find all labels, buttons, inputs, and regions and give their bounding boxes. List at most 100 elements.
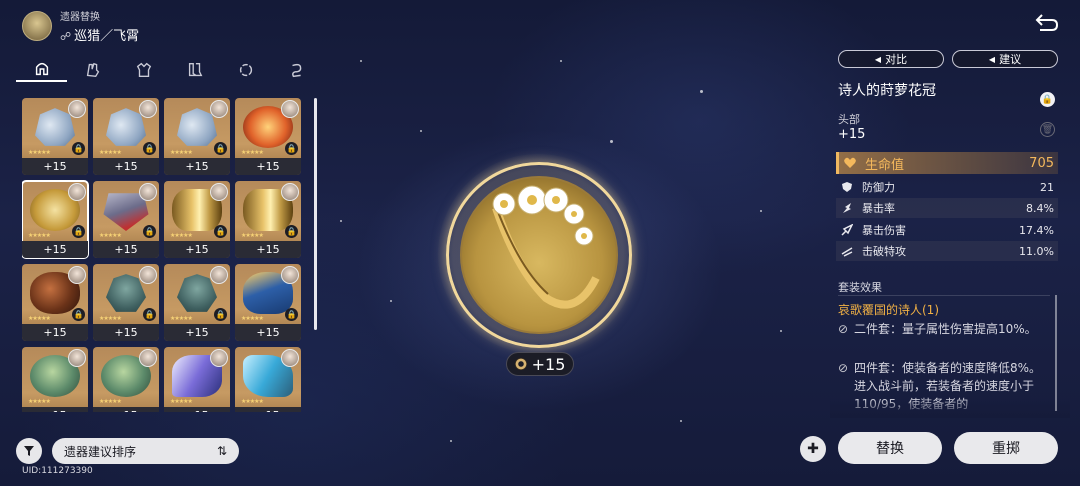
lock-icon: 🔒 (72, 308, 85, 321)
main-stat-name: 生命值 (865, 157, 905, 173)
main-stat-value: 705 (1029, 155, 1054, 171)
equipped-character-avatar (68, 183, 86, 201)
lock-icon: 🔒 (143, 142, 156, 155)
relic-level: +15 (164, 158, 230, 175)
compare-button[interactable]: ◀ 对比 (838, 50, 944, 68)
relic-level: +15 (235, 241, 301, 258)
feet-tab[interactable] (169, 58, 220, 82)
relic-card[interactable]: ★★★★★ 🔒 +15 (235, 181, 301, 258)
set-effect-text: 二件套：量子属性伤害提高10%。 (854, 322, 1037, 336)
path-of-nihility-icon: ☍ (60, 30, 72, 43)
relic-card[interactable]: ★★★★★ 🔒 +15 (235, 264, 301, 341)
rarity-stars: ★★★★★ (241, 149, 264, 156)
relic-level: +15 (235, 158, 301, 175)
relic-card[interactable]: ★★★★★ +15 (164, 347, 230, 412)
header: 遗器替换 ☍ 巡猎／飞霄 (22, 8, 139, 44)
equipped-character-avatar (210, 183, 228, 201)
sub-stat-name: 暴击率 (862, 202, 895, 215)
rarity-stars: ★★★★★ (99, 315, 122, 322)
body-tab[interactable] (118, 58, 169, 82)
relic-card[interactable]: ★★★★★ 🔒 +15 (164, 98, 230, 175)
crit-damage-icon (840, 223, 854, 237)
hp-icon (843, 156, 857, 170)
relic-card[interactable]: ★★★★★ 🔒 +15 (22, 98, 88, 175)
rarity-stars: ★★★★★ (170, 315, 193, 322)
relic-level: +15 (235, 324, 301, 341)
set-effect-scrollbar[interactable] (1055, 295, 1057, 411)
back-button[interactable] (1034, 12, 1060, 36)
sort-label: 遗器建议排序 (64, 444, 137, 459)
lock-toggle-icon[interactable]: 🔒 (1040, 92, 1055, 107)
hands-tab[interactable] (67, 58, 118, 82)
rarity-stars: ★★★★★ (28, 315, 51, 322)
relic-list-scrollbar[interactable] (314, 98, 317, 330)
relic-level: +15 (93, 324, 159, 341)
sphere-tab[interactable] (220, 58, 271, 82)
rarity-stars: ★★★★★ (99, 398, 122, 405)
relic-card[interactable]: ★★★★★ 🔒 +15 (22, 264, 88, 341)
relic-card[interactable]: ★★★★★ 🔒 +15 (93, 98, 159, 175)
relic-level: +15 (164, 324, 230, 341)
filter-button[interactable] (16, 438, 42, 464)
rarity-stars: ★★★★★ (170, 232, 193, 239)
filter-icon (24, 446, 34, 456)
relic-level-value: +15 (531, 354, 566, 374)
uid-label: UID:111273390 (22, 466, 93, 476)
relic-card[interactable]: ★★★★★ +15 (22, 347, 88, 412)
relic-card[interactable]: ★★★★★ +15 (235, 347, 301, 412)
head-tab[interactable] (16, 58, 67, 82)
speaker-icon: ◀ (874, 54, 882, 64)
reset-button[interactable]: 重掷 (954, 432, 1058, 464)
main-stat: 生命值 705 (836, 152, 1058, 174)
lock-icon: 🔒 (214, 225, 227, 238)
relic-level: +15 (22, 241, 88, 258)
rarity-stars: ★★★★★ (28, 232, 51, 239)
relic-card[interactable]: ★★★★★ +15 (93, 347, 159, 412)
relic-level: +15 (93, 158, 159, 175)
relic-grid: ★★★★★ 🔒 +15 ★★★★★ 🔒 +15 ★★★★★ 🔒 +15 ★★★★★ 🔒 +15 ★★★★… (22, 98, 308, 412)
set-effect-2pc: ⊘ 二件套：量子属性伤害提高10%。 (838, 320, 1052, 338)
character-path-name: ☍ 巡猎／飞霄 (60, 29, 140, 44)
enhance-button[interactable]: ✚ (800, 436, 826, 462)
relic-level: +15 (22, 158, 88, 175)
replace-button[interactable]: 替换 (838, 432, 942, 464)
lock-icon: 🔒 (72, 142, 85, 155)
lock-icon: 🔒 (285, 142, 298, 155)
gloves-icon (86, 62, 99, 78)
relic-level: +15 (838, 127, 866, 142)
character-avatar (22, 11, 52, 41)
relic-card[interactable]: ★★★★★ 🔒 +15 (93, 264, 159, 341)
relic-image (492, 185, 600, 309)
sub-stat-row: 暴击伤害 17.4% (836, 220, 1058, 240)
armor-icon (136, 62, 151, 77)
lock-icon: 🔒 (143, 225, 156, 238)
return-icon (1035, 14, 1059, 31)
rarity-stars: ★★★★★ (241, 398, 264, 405)
rarity-stars: ★★★★★ (241, 232, 264, 239)
inactive-icon: ⊘ (838, 322, 849, 336)
rarity-stars: ★★★★★ (99, 232, 122, 239)
relic-card[interactable]: ★★★★★ 🔒 +15 (164, 181, 230, 258)
sort-order-icon[interactable]: ⇅ (217, 444, 227, 458)
rope-tab[interactable] (271, 58, 322, 82)
sort-dropdown[interactable]: 遗器建议排序 ⇅ (52, 438, 239, 464)
relic-card[interactable]: ★★★★★ 🔒 +15 (235, 98, 301, 175)
link-rope-icon (291, 63, 301, 78)
sub-stat-row: 防御力 21 (836, 177, 1058, 197)
sub-stat-value: 21 (1040, 180, 1054, 194)
relic-card[interactable]: ★★★★★ 🔒 +15 (93, 181, 159, 258)
discard-icon[interactable]: 🗑 (1040, 122, 1055, 137)
equipped-character-avatar (139, 266, 157, 284)
relic-card[interactable]: ★★★★★ 🔒 +15 (164, 264, 230, 341)
relic-level: +15 (93, 407, 159, 412)
break-effect-icon (840, 244, 854, 258)
equipped-character-avatar (281, 349, 299, 367)
suggest-button[interactable]: ◀ 建议 (952, 50, 1058, 68)
sub-stat-name: 暴击伤害 (862, 224, 906, 237)
lock-icon: 🔒 (214, 308, 227, 321)
relic-level: +15 (93, 241, 159, 258)
equipped-character-avatar (281, 266, 299, 284)
relic-level: +15 (22, 407, 88, 412)
relic-card[interactable]: ★★★★★ 🔒 +15 (22, 180, 89, 259)
lock-icon: 🔒 (214, 142, 227, 155)
